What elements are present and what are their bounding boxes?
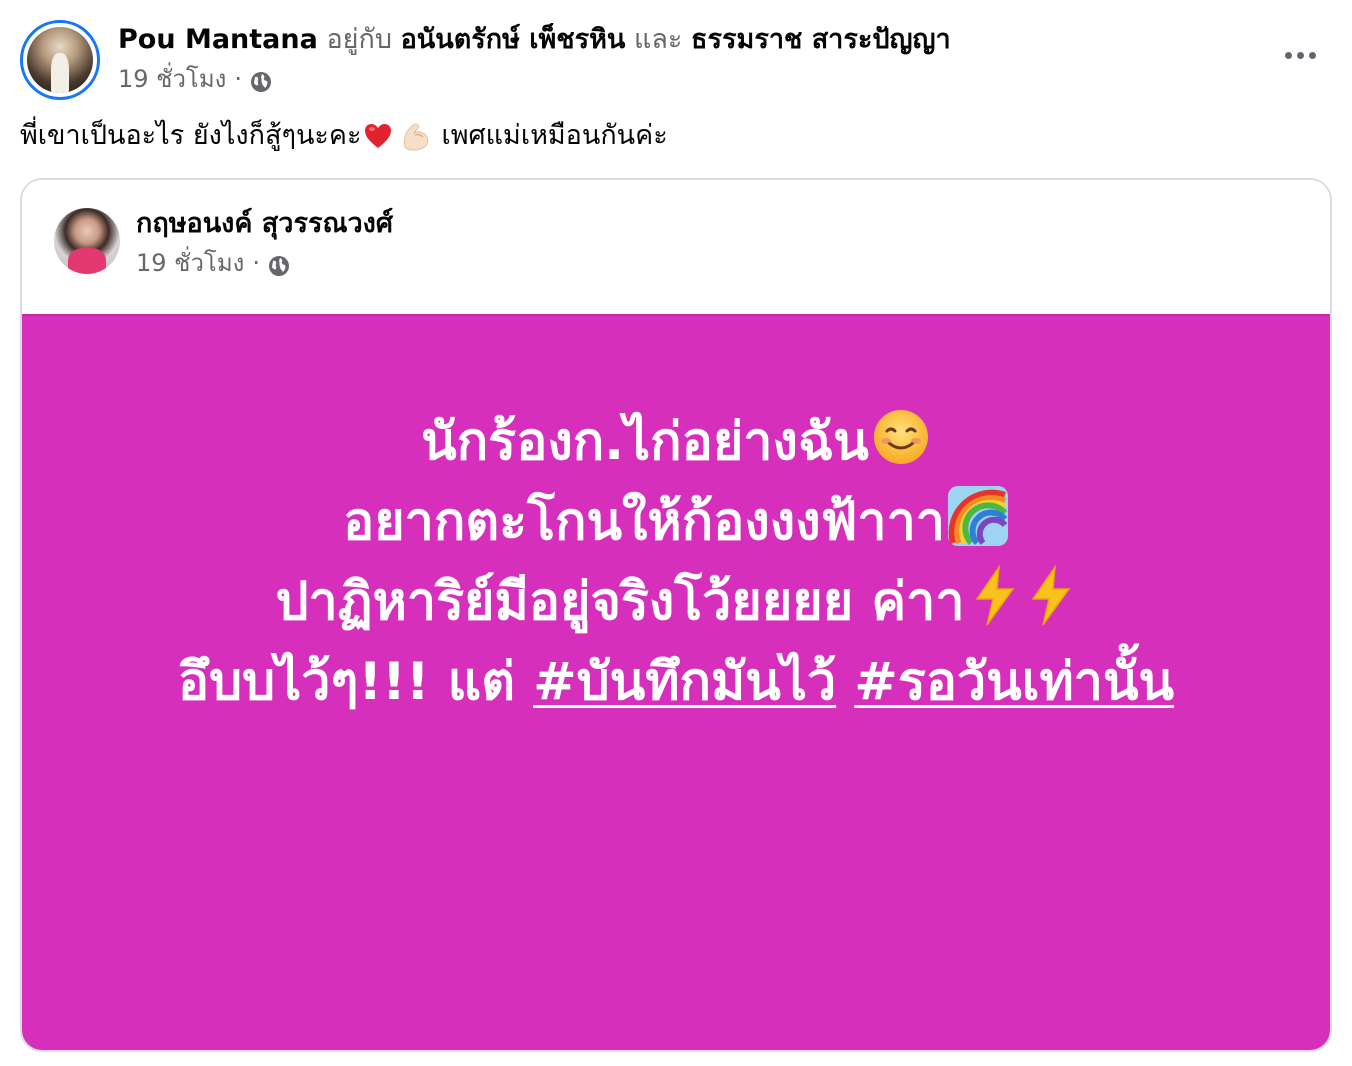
- globe-icon[interactable]: [268, 252, 290, 276]
- shared-post-card[interactable]: กฤษอนงค์ สุวรรณวงศ์ 19 ชั่วโมง · นักร้อง…: [20, 178, 1332, 1052]
- shared-post-meta: 19 ชั่วโมง ·: [136, 246, 290, 280]
- more-options-icon: [1284, 51, 1292, 59]
- post-header: Pou Mantana อยู่กับ อนันตรักษ์ เพ็ชรหิน …: [20, 18, 1332, 100]
- caption-text-2: เพศแม่เหมือนกันค่ะ: [441, 120, 668, 151]
- status-line-2-text: อยากตะโกนให้ก้องงงฟ้าาา: [342, 492, 945, 552]
- status-line-4: อึบบไว้ๆ!!! แต่ #บันทึกมันไว้ #รอวันเท่า…: [22, 642, 1330, 722]
- author-avatar[interactable]: [20, 20, 100, 100]
- smiling-face-emoji: [871, 407, 931, 467]
- with-text: อยู่กับ: [326, 24, 392, 55]
- high-voltage-emoji: [1025, 564, 1077, 627]
- rainbow-emoji: [947, 485, 1009, 547]
- tagged-person-2-link[interactable]: ธรรมราช สาระปัญญา: [691, 24, 951, 55]
- shared-post-timestamp[interactable]: 19 ชั่วโมง: [136, 246, 244, 280]
- flexed-biceps-emoji: [399, 119, 433, 153]
- post-header-line: Pou Mantana อยู่กับ อนันตรักษ์ เพ็ชรหิน …: [118, 22, 951, 58]
- more-options-icon-dot: [1308, 51, 1316, 59]
- hashtag-link-1[interactable]: #บันทึกมันไว้: [533, 652, 836, 712]
- shared-meta-separator: ·: [252, 249, 261, 277]
- shared-author-avatar[interactable]: [54, 208, 120, 274]
- globe-icon[interactable]: [250, 68, 272, 92]
- shared-author-name-link[interactable]: กฤษอนงค์ สุวรรณวงศ์: [136, 206, 393, 242]
- post-timestamp[interactable]: 19 ชั่วโมง: [118, 62, 226, 96]
- status-text-block: นักร้องก.ไก่อย่างฉัน อยากตะโกนให้ก้องงงฟ…: [22, 402, 1330, 722]
- shared-post-header: กฤษอนงค์ สุวรรณวงศ์ 19 ชั่วโมง ·: [22, 180, 1330, 314]
- high-voltage-emoji: [969, 564, 1021, 627]
- tagged-person-1-link[interactable]: อนันตรักษ์ เพ็ชรหิน: [401, 24, 626, 55]
- and-text: และ: [633, 24, 683, 55]
- post-caption: พี่เขาเป็นอะไร ยังไงก็สู้ๆนะคะ เพศแม่เหม…: [20, 116, 668, 156]
- status-line-1-text: นักร้องก.ไก่อย่างฉัน: [421, 412, 869, 472]
- hashtag-link-2[interactable]: #รอวันเท่านั้น: [854, 652, 1174, 712]
- author-name-link[interactable]: Pou Mantana: [118, 24, 318, 55]
- status-line-3-text: ปาฏิหาริย์มีอยู่จริงโว้ยยยย ค่าา: [275, 572, 965, 632]
- author-avatar-image: [27, 27, 93, 93]
- meta-separator: ·: [234, 65, 243, 93]
- caption-text-1: พี่เขาเป็นอะไร ยังไงก็สู้ๆนะคะ: [20, 120, 362, 151]
- status-line-2: อยากตะโกนให้ก้องงงฟ้าาา: [22, 482, 1330, 562]
- red-heart-emoji: [363, 121, 393, 151]
- status-line-4-text: อึบบไว้ๆ!!! แต่: [177, 652, 534, 712]
- more-options-button[interactable]: [1276, 40, 1324, 70]
- post-meta: 19 ชั่วโมง ·: [118, 62, 272, 96]
- status-line-1: นักร้องก.ไก่อย่างฉัน: [22, 402, 1330, 482]
- status-line-3: ปาฏิหาริย์มีอยู่จริงโว้ยยยย ค่าา: [22, 562, 1330, 642]
- more-options-icon-dot: [1296, 51, 1304, 59]
